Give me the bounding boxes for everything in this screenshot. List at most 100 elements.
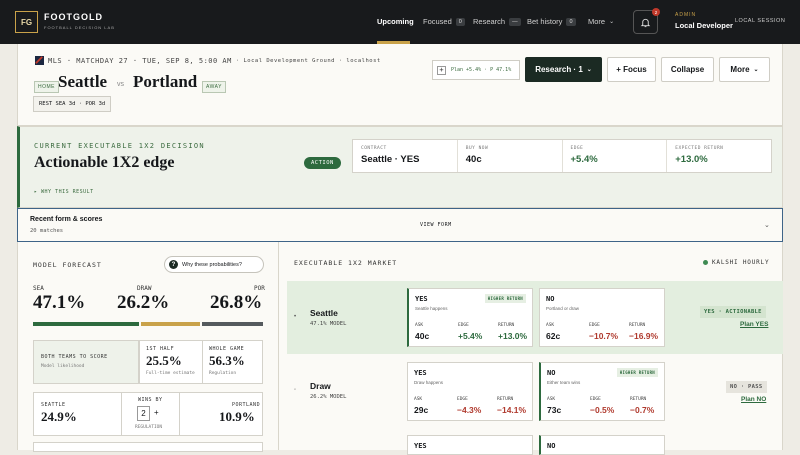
wins-by-input[interactable]: 2 <box>137 406 150 421</box>
nav-focused[interactable]: Focused 0 <box>423 17 465 26</box>
no-contract-card[interactable]: NO <box>539 435 665 455</box>
nav-more[interactable]: More ⌄ <box>588 17 614 26</box>
metric-buy-now: BUY NOW 40c <box>458 140 563 172</box>
nav-research-label: Research <box>473 17 506 26</box>
metric-value: +13.0% <box>675 154 708 165</box>
match-header: MLS · MATCHDAY 27 · TUE, SEP 8, 5:00 AM … <box>17 44 783 126</box>
contract-description: Portland or draw <box>546 306 580 311</box>
market-source: KALSHI HOURLY <box>703 259 769 266</box>
nav-bet-history[interactable]: Bet history 0 <box>527 17 576 26</box>
nav-research[interactable]: Research — <box>473 17 521 26</box>
ask-value: 62c <box>546 331 561 341</box>
why-probabilities-button[interactable]: ? Why these probabilities? <box>164 256 264 273</box>
yes-contract-card[interactable]: YES Draw happens ASK EDGE RETURN 29c −4.… <box>407 362 533 421</box>
bell-icon <box>640 18 651 27</box>
yes-contract-card[interactable]: YES <box>407 435 533 455</box>
wins-by-sub: REGULATION <box>135 425 163 430</box>
view-form-link[interactable]: VIEW FORM <box>420 222 452 228</box>
recent-form-accordion[interactable]: Recent form & scores 20 matches VIEW FOR… <box>17 208 783 242</box>
no-contract-card[interactable]: NO Either team wins HIGHER RETURN ASK ED… <box>539 362 665 421</box>
outcome-name: Seattle <box>310 308 338 318</box>
metric-label: EDGE <box>570 146 584 151</box>
btts-sub: Model likelihood <box>41 364 85 369</box>
no-contract-card[interactable]: NO Portland or draw ASK EDGE RETURN 62c … <box>539 288 665 347</box>
plan-summary[interactable]: + Plan +5.4% · P 47.1% <box>432 60 520 80</box>
edge-label: EDGE <box>458 323 469 328</box>
research-count-badge: — <box>509 17 521 26</box>
metric-label: CONTRACT <box>361 146 387 151</box>
why-this-result-toggle[interactable]: ▸ WHY THIS RESULT <box>34 189 94 195</box>
ask-value: 73c <box>547 405 562 415</box>
more-button[interactable]: More ⌄ <box>719 57 770 82</box>
contract-description: Seattle happens <box>415 306 448 311</box>
ask-label: ASK <box>415 323 424 328</box>
first-half-value: 25.5% <box>146 353 182 368</box>
outcome-model-prob: 26.2% MODEL <box>310 394 347 400</box>
decision-label: CURRENT EXECUTABLE 1X2 DECISION <box>34 142 205 150</box>
ask-value: 29c <box>414 405 429 415</box>
contract-description: Draw happens <box>414 380 444 385</box>
divider <box>202 340 203 384</box>
edge-value: −0.5% <box>590 405 615 415</box>
chevron-down-icon[interactable]: ⌄ <box>764 221 770 229</box>
rest-days: REST SEA 3d · POR 3d <box>33 96 112 112</box>
draw-probability-bar <box>141 322 201 326</box>
research-button[interactable]: Research · 1 ⌄ <box>525 57 602 82</box>
market-panel: EXECUTABLE 1X2 MARKET KALSHI HOURLY • Se… <box>279 242 783 455</box>
return-label: RETURN <box>629 323 646 328</box>
plan-yes-link[interactable]: Plan YES <box>740 321 768 328</box>
outcome-model-prob: 47.1% MODEL <box>310 321 347 327</box>
row-status-badge: YES · ACTIONABLE <box>700 306 766 318</box>
btts-label-box <box>33 340 139 384</box>
recent-form-count: 20 matches <box>30 228 64 234</box>
plus-icon: + <box>437 65 446 75</box>
metric-value: Seattle · YES <box>361 154 420 165</box>
research-button-label: Research · 1 <box>535 65 583 74</box>
whole-game-sub: Regulation <box>209 371 237 376</box>
metric-expected-return: EXPECTED RETURN +13.0% <box>667 140 771 172</box>
contract-side: YES <box>415 295 428 303</box>
nav-upcoming-label: Upcoming <box>377 17 414 26</box>
contract-side: NO <box>547 369 556 377</box>
plan-no-link[interactable]: Plan NO <box>741 396 766 403</box>
top-navigation-bar: FG FOOTGOLD FOOTBALL DECISION LAB Upcomi… <box>0 0 800 44</box>
match-meta: MLS · MATCHDAY 27 · TUE, SEP 8, 5:00 AM <box>48 56 232 65</box>
outcome-name: Draw <box>310 381 331 391</box>
brand-tagline: FOOTBALL DECISION LAB <box>44 25 115 30</box>
nav-upcoming[interactable]: Upcoming <box>377 17 414 26</box>
plan-summary-text: Plan +5.4% · P 47.1% <box>451 67 512 73</box>
plus-icon[interactable]: + <box>154 408 159 417</box>
metric-contract: CONTRACT Seattle · YES <box>353 140 458 172</box>
away-team-name: Portland <box>133 72 198 91</box>
ask-label: ASK <box>546 323 555 328</box>
yes-contract-card[interactable]: YES Seattle happens HIGHER RETURN ASK ED… <box>407 288 533 347</box>
bet-history-count-badge: 0 <box>566 17 576 26</box>
market-row-seattle: • Seattle 47.1% MODEL YES Seattle happen… <box>287 281 783 354</box>
brand-name: FOOTGOLD <box>44 12 103 22</box>
return-value: +13.0% <box>498 331 528 341</box>
contract-side: YES <box>414 442 427 450</box>
user-name[interactable]: Local Developer <box>675 21 733 30</box>
home-tag: HOME <box>34 81 59 93</box>
focus-button[interactable]: + Focus <box>607 57 656 82</box>
edge-label: EDGE <box>457 397 468 402</box>
home-team-name: Seattle <box>58 72 108 91</box>
draw-label: DRAW <box>137 285 152 292</box>
chevron-down-icon: ⌄ <box>753 67 759 73</box>
sea-probability: 47.1% <box>33 292 86 313</box>
edge-value: −4.3% <box>457 405 482 415</box>
match-info-line: MLS · MATCHDAY 27 · TUE, SEP 8, 5:00 AM … <box>35 56 381 65</box>
edge-label: EDGE <box>589 323 600 328</box>
next-stat-box <box>33 442 263 452</box>
metric-value: +5.4% <box>570 154 598 165</box>
versus-text: vs <box>117 81 124 88</box>
nav-more-label: More <box>588 17 606 26</box>
question-icon: ? <box>169 260 178 269</box>
recent-form-title: Recent form & scores <box>30 216 103 223</box>
return-value: −0.7% <box>630 405 655 415</box>
ask-value: 40c <box>415 331 430 341</box>
logo-mark[interactable]: FG <box>15 11 38 33</box>
user-role: ADMIN <box>675 12 697 18</box>
collapse-button[interactable]: Collapse <box>661 57 714 82</box>
whole-game-value: 56.3% <box>209 353 245 368</box>
